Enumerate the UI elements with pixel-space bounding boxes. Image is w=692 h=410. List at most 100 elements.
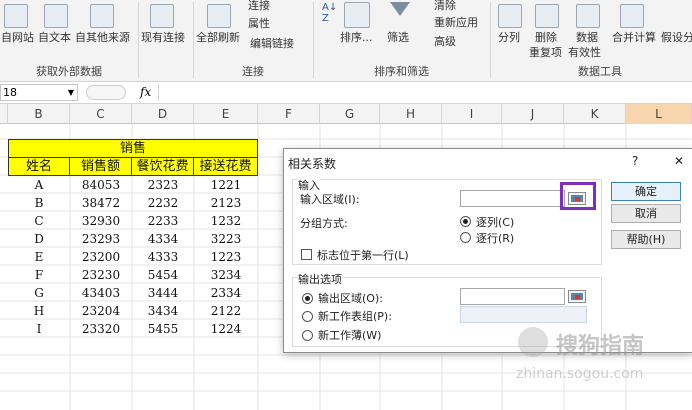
- select-all-corner[interactable]: [0, 104, 8, 124]
- input-range-field[interactable]: [460, 190, 565, 207]
- table-cell[interactable]: 23200: [70, 248, 132, 266]
- table-cell[interactable]: 2123: [194, 194, 258, 212]
- by-rows-radio[interactable]: [460, 232, 471, 243]
- output-range-label[interactable]: 输出区域(O):: [318, 290, 383, 306]
- table-cell[interactable]: 1232: [194, 212, 258, 230]
- from-web-button[interactable]: 自网站: [1, 29, 34, 45]
- col-header-j[interactable]: J: [502, 104, 564, 124]
- ok-button[interactable]: 确定: [611, 182, 681, 201]
- formula-bar-splitter[interactable]: [86, 85, 126, 100]
- range-select-icon[interactable]: [568, 290, 586, 303]
- sort-dialog-icon[interactable]: [344, 2, 370, 28]
- new-workbook-label[interactable]: 新工作薄(W): [318, 327, 381, 343]
- table-cell[interactable]: 4333: [132, 248, 194, 266]
- table-cell[interactable]: 2334: [194, 284, 258, 302]
- table-cell[interactable]: 84053: [70, 176, 132, 194]
- table-cell[interactable]: 2232: [132, 194, 194, 212]
- data-validation-icon[interactable]: [576, 4, 600, 28]
- from-web-icon[interactable]: [4, 4, 28, 28]
- table-cell[interactable]: 5455: [132, 320, 194, 338]
- output-range-field[interactable]: [460, 288, 565, 305]
- text-to-columns-button[interactable]: 分列: [498, 29, 520, 45]
- table-cell[interactable]: 43403: [70, 284, 132, 302]
- name-box[interactable]: 18 ▼: [0, 84, 78, 101]
- from-other-button[interactable]: 自其他来源: [75, 29, 130, 45]
- clear-button[interactable]: 清除: [434, 0, 456, 13]
- col-header-c[interactable]: C: [70, 104, 132, 124]
- col-header-b[interactable]: B: [8, 104, 70, 124]
- existing-connections-button[interactable]: 现有连接: [141, 29, 185, 45]
- col-header-l[interactable]: L: [626, 104, 692, 124]
- table-cell[interactable]: A: [8, 176, 70, 194]
- text-to-columns-icon[interactable]: [498, 4, 522, 28]
- new-sheet-radio[interactable]: [302, 311, 313, 322]
- sort-button[interactable]: 排序...: [340, 29, 373, 45]
- header-transport[interactable]: 接送花费: [193, 157, 258, 176]
- table-cell[interactable]: 1224: [194, 320, 258, 338]
- table-cell[interactable]: 1221: [194, 176, 258, 194]
- from-text-icon[interactable]: [44, 4, 68, 28]
- col-header-k[interactable]: K: [564, 104, 626, 124]
- table-cell[interactable]: D: [8, 230, 70, 248]
- data-validation-label-2[interactable]: 有效性: [568, 44, 601, 60]
- output-range-radio[interactable]: [302, 293, 313, 304]
- by-rows-label[interactable]: 逐行(R): [476, 230, 514, 246]
- table-cell[interactable]: 2122: [194, 302, 258, 320]
- table-cell[interactable]: 3444: [132, 284, 194, 302]
- col-header-h[interactable]: H: [380, 104, 442, 124]
- table-cell[interactable]: 2323: [132, 176, 194, 194]
- header-name[interactable]: 姓名: [8, 157, 70, 176]
- table-cell[interactable]: 23230: [70, 266, 132, 284]
- header-sales[interactable]: 销售额: [69, 157, 132, 176]
- table-cell[interactable]: 3434: [132, 302, 194, 320]
- filter-icon[interactable]: [390, 2, 410, 16]
- labels-checkbox[interactable]: [301, 249, 312, 260]
- advanced-button[interactable]: 高级: [434, 33, 456, 49]
- table-cell[interactable]: 23204: [70, 302, 132, 320]
- properties-button[interactable]: 属性: [248, 15, 270, 31]
- table-cell[interactable]: 38472: [70, 194, 132, 212]
- insert-function-icon[interactable]: fx: [140, 85, 151, 99]
- connections-button[interactable]: 连接: [248, 0, 270, 13]
- help-button[interactable]: 帮助(H): [611, 230, 681, 249]
- table-cell[interactable]: I: [8, 320, 70, 338]
- table-cell[interactable]: H: [8, 302, 70, 320]
- table-cell[interactable]: 23293: [70, 230, 132, 248]
- col-header-d[interactable]: D: [132, 104, 194, 124]
- table-cell[interactable]: 1223: [194, 248, 258, 266]
- refresh-all-icon[interactable]: [207, 4, 231, 28]
- consolidate-button[interactable]: 合并计算: [612, 29, 656, 45]
- data-validation-label-1[interactable]: 数据: [576, 29, 598, 45]
- table-cell[interactable]: 32930: [70, 212, 132, 230]
- labels-checkbox-label[interactable]: 标志位于第一行(L): [317, 247, 409, 263]
- from-text-button[interactable]: 自文本: [38, 29, 71, 45]
- table-cell[interactable]: E: [8, 248, 70, 266]
- edit-links-button[interactable]: 编辑链接: [250, 35, 294, 51]
- table-cell[interactable]: 5454: [132, 266, 194, 284]
- close-icon[interactable]: ✕: [674, 154, 684, 168]
- header-dining[interactable]: 餐饮花费: [131, 157, 194, 176]
- sort-az-icon[interactable]: A↓ Z: [322, 2, 337, 24]
- by-columns-label[interactable]: 逐列(C): [476, 214, 514, 230]
- col-header-f[interactable]: F: [258, 104, 320, 124]
- reapply-button[interactable]: 重新应用: [434, 14, 478, 30]
- table-cell[interactable]: 23320: [70, 320, 132, 338]
- from-other-icon[interactable]: [90, 4, 114, 28]
- cancel-button[interactable]: 取消: [611, 204, 681, 223]
- new-workbook-radio[interactable]: [302, 330, 313, 341]
- refresh-all-button[interactable]: 全部刷新: [196, 29, 240, 45]
- chevron-down-icon[interactable]: ▼: [68, 85, 74, 100]
- new-sheet-label[interactable]: 新工作表组(P):: [318, 308, 392, 324]
- table-cell[interactable]: G: [8, 284, 70, 302]
- table-cell[interactable]: F: [8, 266, 70, 284]
- remove-duplicates-label-1[interactable]: 删除: [535, 29, 557, 45]
- filter-button[interactable]: 筛选: [387, 29, 409, 45]
- by-columns-radio[interactable]: [460, 216, 471, 227]
- table-title[interactable]: 销售: [8, 139, 258, 158]
- remove-duplicates-icon[interactable]: [535, 4, 559, 28]
- formula-input[interactable]: [158, 84, 692, 101]
- consolidate-icon[interactable]: [620, 4, 644, 28]
- table-cell[interactable]: 4334: [132, 230, 194, 248]
- table-cell[interactable]: B: [8, 194, 70, 212]
- table-cell[interactable]: 3223: [194, 230, 258, 248]
